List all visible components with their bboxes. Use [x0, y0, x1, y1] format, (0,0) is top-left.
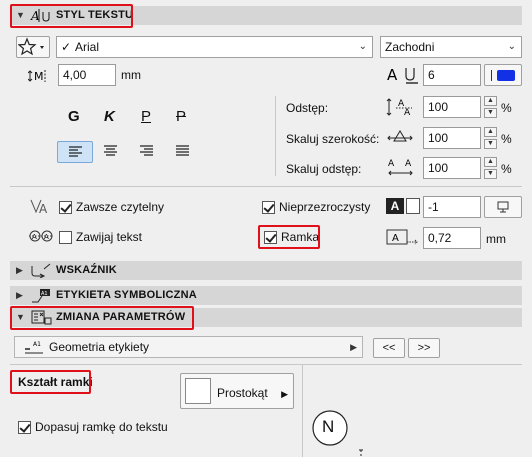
always-readable-icon: A: [30, 199, 48, 216]
chevron-right-icon: ▶: [350, 342, 357, 352]
svg-text:A: A: [44, 233, 49, 241]
char-spacing-icon: A A: [388, 159, 413, 176]
divider: [10, 186, 522, 187]
section-header-symbol-label[interactable]: ▶ A1 ETYKIETA SYMBOLICZNA: [10, 286, 522, 305]
align-justify-icon: [176, 145, 189, 156]
opaque-checkbox[interactable]: [262, 201, 275, 214]
always-readable-label: Zawsze czytelny: [76, 200, 165, 214]
favorites-button[interactable]: [16, 36, 50, 58]
section-header-pointer[interactable]: ▶ WSKAŹNIK: [10, 261, 522, 280]
opaque-label: Nieprzezroczysty: [279, 200, 371, 214]
italic-button[interactable]: K: [104, 108, 115, 125]
char-spacing-stepper[interactable]: ▲ ▼: [484, 157, 497, 179]
frame-offset-unit: mm: [486, 232, 506, 246]
font-name: Arial: [75, 40, 100, 54]
param-dropdown-value: Geometria etykiety: [49, 340, 150, 354]
pen-color-button[interactable]: [484, 64, 522, 86]
wrap-text-checkbox[interactable]: [59, 231, 72, 244]
wrap-text-icon: A A: [29, 230, 53, 242]
svg-text:A: A: [388, 159, 395, 169]
width-scale-label: Skaluj szerokość:: [286, 132, 380, 146]
align-center-icon: [104, 145, 117, 156]
symbol-label-icon: A1: [32, 289, 50, 303]
fit-frame-label: Dopasuj ramkę do tekstu: [35, 420, 168, 434]
svg-text:A: A: [39, 202, 48, 216]
svg-text:A: A: [387, 66, 398, 84]
width-scale-input[interactable]: 100: [423, 127, 481, 149]
expand-triangle-icon[interactable]: ▶: [16, 291, 23, 300]
highlight-text-style: [10, 4, 133, 28]
width-scale-stepper[interactable]: ▲ ▼: [484, 127, 497, 149]
wrap-text-label: Zawijaj tekst: [76, 230, 143, 244]
text-size-input[interactable]: 4,00: [58, 64, 116, 86]
frame-offset-input[interactable]: 0,72: [423, 227, 481, 249]
section-title: ETYKIETA SYMBOLICZNA: [56, 289, 197, 301]
bold-button[interactable]: G: [68, 108, 80, 125]
svg-text:A: A: [405, 159, 412, 169]
line-spacing-icon: A A: [386, 98, 412, 118]
text-pen-icon: A: [387, 66, 418, 84]
highlight-frame-shape: [10, 370, 91, 394]
star-icon: [17, 37, 44, 56]
line-spacing-unit: %: [501, 101, 512, 115]
highlight-frame-option: [258, 225, 320, 249]
background-pen-icon: A: [386, 198, 404, 214]
expand-triangle-icon[interactable]: ▶: [16, 266, 23, 275]
fit-frame-checkbox[interactable]: [18, 421, 31, 434]
width-scale-unit: %: [501, 132, 512, 146]
align-right-button[interactable]: [129, 141, 165, 163]
char-spacing-unit: %: [501, 162, 512, 176]
divider: [10, 364, 522, 365]
char-spacing-input[interactable]: 100: [423, 157, 481, 179]
section-title: WSKAŹNIK: [56, 264, 117, 276]
align-right-icon: [140, 145, 153, 156]
width-scale-icon: [387, 130, 413, 142]
text-height-icon: M: [28, 70, 46, 83]
rectangle-shape-icon: [185, 378, 211, 404]
svg-text:M: M: [34, 70, 44, 83]
background-pen-input[interactable]: -1: [423, 196, 481, 218]
preview-letter: N: [322, 417, 335, 436]
pointer-icon: [31, 263, 51, 278]
highlight-param-change: [10, 306, 194, 330]
background-color-button[interactable]: [484, 196, 522, 218]
label-geometry-icon: A1: [25, 341, 43, 354]
line-spacing-stepper[interactable]: ▲ ▼: [484, 96, 497, 118]
char-spacing-label: Skaluj odstęp:: [286, 162, 362, 176]
chevron-down-icon: ⌄: [507, 41, 516, 52]
align-center-button[interactable]: [93, 141, 129, 163]
font-dropdown[interactable]: ✓ Arial ⌄: [56, 36, 373, 58]
background-swatch-icon: [406, 198, 420, 214]
script-value: Zachodni: [385, 40, 435, 54]
svg-text:A: A: [32, 233, 37, 241]
align-left-icon: [69, 146, 82, 157]
chevron-right-icon: ▶: [281, 389, 288, 399]
label-preview: [312, 410, 363, 456]
font-checkmark-icon: ✓: [61, 40, 72, 54]
param-dropdown[interactable]: A1 Geometria etykiety ▶: [14, 336, 363, 358]
monitor-icon: [497, 201, 509, 213]
strikethrough-button[interactable]: P: [176, 108, 186, 125]
chevron-down-icon: ⌄: [358, 41, 367, 52]
frame-offset-icon: A: [386, 229, 418, 245]
svg-text:A1: A1: [33, 341, 41, 348]
text-size-unit: mm: [121, 68, 141, 82]
svg-text:A: A: [404, 108, 411, 118]
next-param-button[interactable]: >>: [408, 338, 440, 358]
script-dropdown[interactable]: Zachodni ⌄: [380, 36, 522, 58]
previous-param-button[interactable]: <<: [373, 338, 405, 358]
underline-button[interactable]: P: [141, 108, 151, 125]
always-readable-checkbox[interactable]: [59, 201, 72, 214]
divider: [302, 365, 303, 457]
frame-shape-dropdown[interactable]: Prostokąt ▶: [180, 373, 294, 409]
pen-number-input[interactable]: 6: [423, 64, 481, 86]
divider: [275, 96, 276, 176]
line-spacing-label: Odstęp:: [286, 101, 329, 115]
line-spacing-input[interactable]: 100: [423, 96, 481, 118]
frame-shape-value: Prostokąt: [217, 386, 268, 400]
pen-color-swatch: [497, 70, 515, 81]
align-justify-button[interactable]: [165, 141, 201, 163]
align-left-button[interactable]: [57, 141, 93, 163]
svg-text:A: A: [392, 233, 399, 244]
